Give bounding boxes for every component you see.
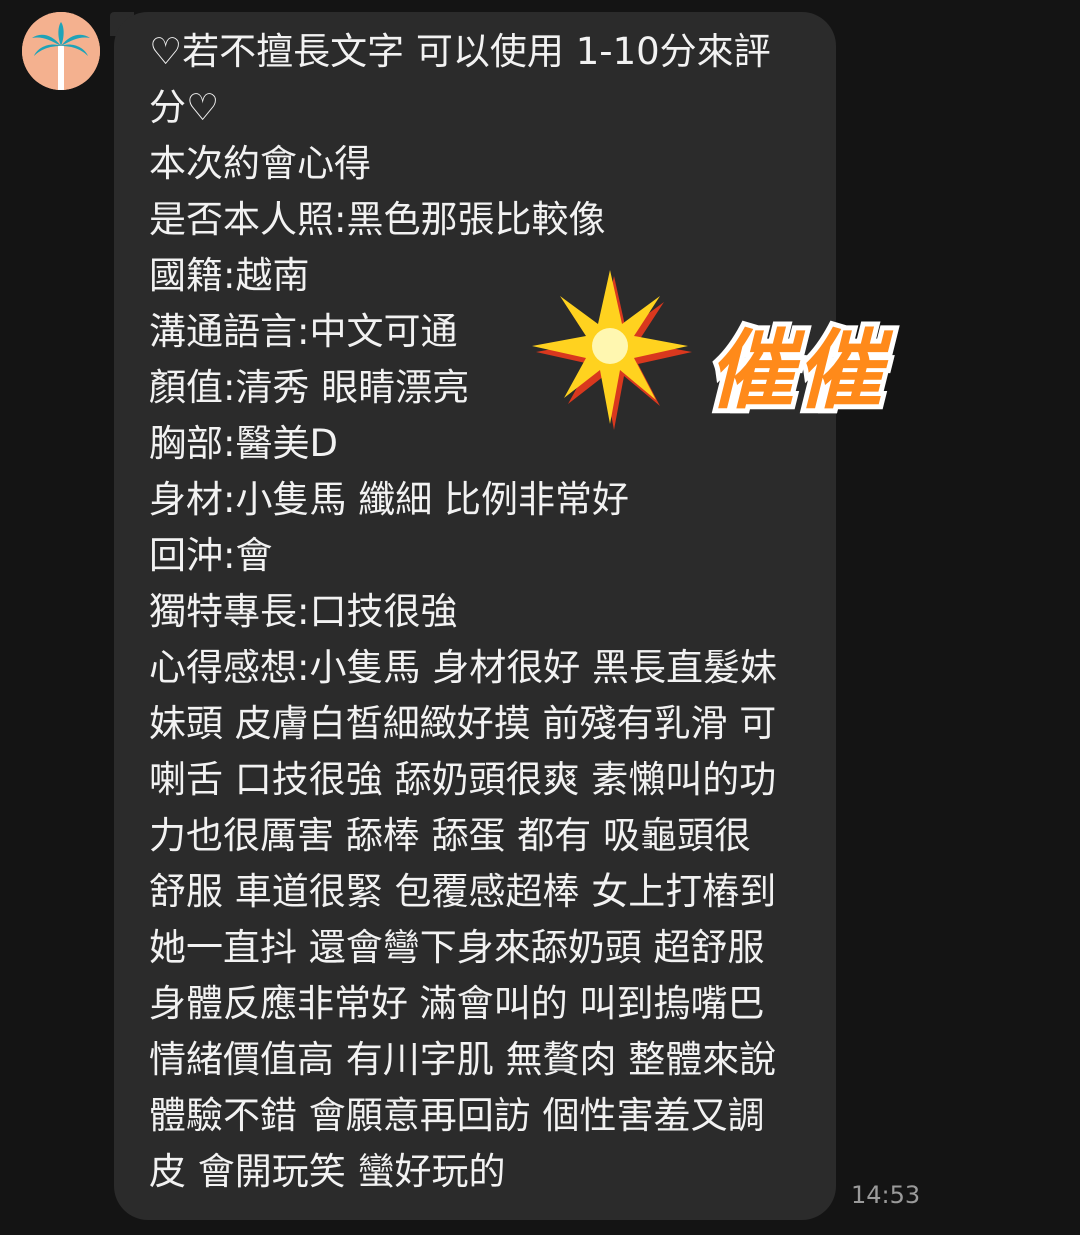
- message-line: ♡若不擅長文字 可以使用 1-10分來評: [149, 30, 771, 73]
- message-line: 喇舌 口技很強 舔奶頭很爽 素懶叫的功: [149, 758, 777, 801]
- message-line: 分♡: [149, 86, 220, 129]
- sticker-cuicui[interactable]: 催催: [530, 266, 902, 432]
- message-line: 力也很厲害 舔棒 舔蛋 都有 吸龜頭很: [149, 814, 752, 857]
- message-line: 舒服 車道很緊 包覆感超棒 女上打樁到: [149, 870, 777, 913]
- starburst-icon: [532, 270, 692, 430]
- message-line: 是否本人照:黑色那張比較像: [149, 198, 606, 241]
- message-line: 獨特專長:口技很強: [149, 590, 458, 633]
- message-line: 情緒價值高 有川字肌 無贅肉 整體來說: [149, 1038, 777, 1081]
- sender-avatar[interactable]: [22, 12, 100, 90]
- message-line: 妹頭 皮膚白皙細緻好摸 前殘有乳滑 可: [149, 702, 777, 745]
- message-text: ♡若不擅長文字 可以使用 1-10分來評 分♡ 本次約會心得是否本人照:黑色那張比較…: [149, 24, 809, 1200]
- message-line: 回沖:會: [149, 534, 273, 577]
- message-line: 身材:小隻馬 纖細 比例非常好: [149, 478, 629, 521]
- message-line: 皮 會開玩笑 蠻好玩的: [149, 1150, 506, 1193]
- sticker-text: 催催: [708, 321, 894, 421]
- message-line: 本次約會心得: [149, 142, 371, 185]
- message-line: 身體反應非常好 滿會叫的 叫到摀嘴巴: [149, 982, 765, 1025]
- message-line: 體驗不錯 會願意再回訪 個性害羞又調: [149, 1094, 765, 1137]
- message-timestamp: 14:53: [851, 1181, 921, 1209]
- palm-tree-icon: [22, 12, 100, 90]
- message-line: 心得感想:小隻馬 身材很好 黑長直髮妹: [149, 646, 777, 689]
- message-line: 她一直抖 還會彎下身來舔奶頭 超舒服: [149, 926, 765, 969]
